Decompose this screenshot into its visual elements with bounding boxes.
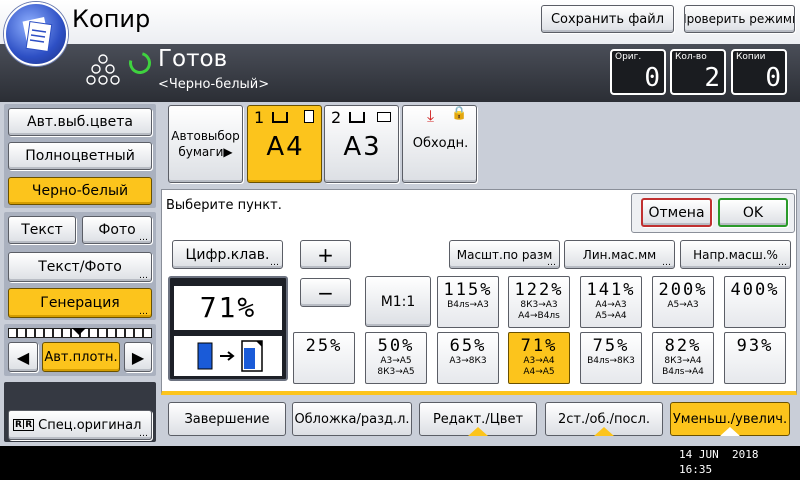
full-color-button[interactable]: Полноцветный: [8, 142, 152, 170]
tab-reduce-enlarge[interactable]: Уменьш./увелич.: [670, 402, 790, 436]
linear-zoom-button[interactable]: Лин.мас.мм…: [564, 240, 675, 269]
copier-app-icon: [4, 2, 68, 66]
app-title: Копир: [72, 5, 151, 33]
m1-1-button[interactable]: M1:1: [365, 276, 431, 327]
more-dots-icon: …: [778, 258, 787, 268]
reduce-preview-icon: [174, 336, 282, 376]
tray1-size: A4: [266, 132, 305, 162]
save-file-button[interactable]: Сохранить файл: [541, 5, 674, 33]
tab-cover-sheet[interactable]: Обложка/разд.л.: [292, 402, 412, 436]
portrait-sheet-icon: [304, 110, 314, 123]
check-modes-button[interactable]: Проверить режимы: [684, 5, 795, 33]
tab-finishing[interactable]: Завершение: [168, 402, 286, 436]
left-panel: Авт.выб.цвета Полноцветный Черно-белый Т…: [0, 102, 160, 446]
ratio-200-button[interactable]: 200% A5→A3: [652, 276, 714, 328]
ratio-25-button[interactable]: 25%: [293, 332, 355, 384]
numpad-button[interactable]: Цифр.клав.…: [172, 240, 283, 269]
ratio-65-button[interactable]: 65% A3→8К3: [437, 332, 499, 384]
zoom-plus-button[interactable]: +: [300, 240, 351, 269]
text-button[interactable]: Текст: [8, 216, 76, 244]
ratio-400-button[interactable]: 400%: [724, 276, 786, 328]
ratio-93-button[interactable]: 93%: [724, 332, 786, 384]
lock-icon: 🔒: [451, 106, 468, 121]
tab-edit-color[interactable]: Редакт./Цвет: [419, 402, 537, 436]
tab-duplex-combine[interactable]: 2ст./об./посл.: [545, 402, 663, 436]
ratio-141-button[interactable]: 141% A4→A3 A5→A4: [580, 276, 642, 328]
special-original-button[interactable]: R|R Спец.оригинал…: [8, 410, 152, 440]
zoom-minus-button[interactable]: −: [300, 278, 351, 307]
more-dots-icon: …: [139, 271, 148, 281]
toner-dots-icon: [85, 52, 121, 88]
bypass-label: Обходн.: [412, 136, 469, 151]
ok-button[interactable]: OK: [718, 198, 788, 227]
ratio-122-button[interactable]: 122% 8К3→A3 A4→B4лs: [508, 276, 570, 328]
tab-indicator-icon: [594, 427, 614, 436]
originals-counter: Ориг. 0: [610, 49, 666, 95]
ready-indicator-icon: [124, 47, 156, 79]
tray-icon: [272, 112, 288, 123]
black-white-button[interactable]: Черно-белый: [8, 177, 152, 205]
current-ratio-value: 71%: [174, 286, 282, 330]
density-decrease-button[interactable]: ◀: [8, 342, 38, 372]
bypass-feed-icon: ⤓: [427, 106, 435, 125]
date-text: 14 JUN 2018: [679, 448, 759, 461]
density-increase-button[interactable]: ▶: [124, 342, 152, 372]
date-bar: 14 JUN 2018 16:35: [0, 446, 800, 480]
more-dots-icon: …: [270, 258, 279, 268]
ratio-display: 71%: [168, 276, 288, 381]
quantity-counter: Кол-во 2: [670, 49, 726, 95]
more-dots-icon: …: [139, 307, 148, 317]
photo-button[interactable]: Фото…: [82, 216, 152, 244]
ratio-71-button[interactable]: 71% A3→A4 A4→A5: [508, 332, 570, 384]
tray2-number: 2: [331, 108, 342, 127]
tray1-button[interactable]: 1 A4: [247, 105, 322, 183]
auto-paper-button[interactable]: Автовыбор бумаги▶: [168, 105, 243, 183]
ratio-115-button[interactable]: 115% B4лs→A3: [437, 276, 499, 328]
auto-color-button[interactable]: Авт.выб.цвета: [8, 108, 152, 136]
auto-density-button[interactable]: Авт.плотн.: [42, 342, 120, 372]
more-dots-icon: …: [139, 233, 148, 243]
tab-indicator-icon: [468, 427, 488, 436]
more-dots-icon: …: [662, 258, 671, 268]
more-dots-icon: …: [139, 429, 148, 439]
ratio-75-button[interactable]: 75% B4лs→8К3: [580, 332, 642, 384]
copies-counter: Копии 0: [731, 49, 787, 95]
cancel-button[interactable]: Отмена: [641, 198, 712, 227]
directional-zoom-button[interactable]: Напр.масш.%…: [680, 240, 791, 269]
time-text: 16:35: [679, 463, 713, 476]
fit-size-button[interactable]: Масшт.по разм…: [449, 240, 560, 269]
tab-indicator-icon: [720, 427, 740, 436]
tray-icon: [349, 112, 365, 123]
tray2-button[interactable]: 2 A3: [324, 105, 399, 183]
status-text: Готов: [158, 46, 228, 72]
prompt-text: Выберите пункт.: [166, 198, 282, 213]
more-dots-icon: …: [547, 258, 556, 268]
duplex-original-icon: R|R: [13, 419, 35, 431]
ratio-82-button[interactable]: 82% 8К3→A4 B4лs→A4: [652, 332, 714, 384]
status-bar: Готов <Черно-белый> Ориг. 0 Кол-во 2 Копии…: [0, 44, 800, 102]
ratio-50-button[interactable]: 50% A3→A5 8К3→A5: [365, 332, 427, 384]
landscape-sheet-icon: [377, 112, 391, 122]
bypass-tray-button[interactable]: ⤓ 🔒 Обходн.: [402, 105, 477, 183]
top-bar: Копир Сохранить файл Проверить режимы: [0, 0, 800, 66]
tray2-size: A3: [343, 132, 382, 162]
tray1-number: 1: [254, 108, 265, 127]
density-marker-icon: [72, 328, 86, 335]
text-photo-button[interactable]: Текст/Фото…: [8, 252, 152, 282]
mode-text: <Черно-белый>: [158, 77, 270, 92]
generation-button[interactable]: Генерация…: [8, 288, 152, 318]
